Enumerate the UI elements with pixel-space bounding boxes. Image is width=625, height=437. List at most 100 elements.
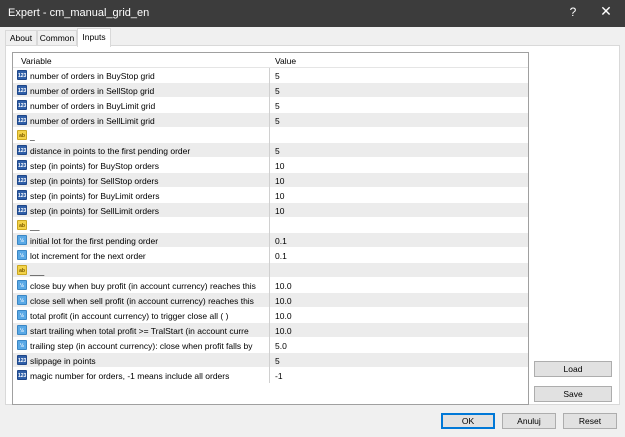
table-row[interactable]: 123 step (in points) for SellStop orders 1… [13,173,528,188]
variable-name: lot increment for the next order [30,251,146,261]
integer-type-icon: 123 [17,355,27,365]
table-header: Variable Value [13,53,528,68]
column-divider [269,368,270,383]
variable-name: number of orders in SellStop grid [30,86,155,96]
table-row[interactable]: ½ close buy when buy profit (in account c… [13,278,528,293]
load-button[interactable]: Load [534,361,612,377]
table-row[interactable]: 123 number of orders in SellLimit grid 5 [13,113,528,128]
variable-name: slippage in points [30,356,96,366]
column-divider [269,278,270,293]
integer-type-icon: 123 [17,70,27,80]
variable-name: distance in points to the first pending … [30,146,191,156]
variable-value[interactable]: 5 [275,86,280,96]
variable-name: number of orders in BuyStop grid [30,71,155,81]
help-icon[interactable]: ? [566,5,580,19]
double-type-icon: ½ [17,295,27,305]
table-row[interactable]: ab ___ [13,263,528,278]
column-divider [269,263,270,278]
table-row[interactable]: ab __ [13,218,528,233]
variable-value[interactable]: 5.0 [275,341,287,351]
double-type-icon: ½ [17,310,27,320]
string-type-icon: ab [17,265,27,275]
variable-value[interactable]: 10.0 [275,311,292,321]
save-button[interactable]: Save [534,386,612,402]
table-row[interactable]: ½ close sell when sell profit (in account… [13,293,528,308]
column-divider [269,248,270,263]
table-row[interactable]: 123 step (in points) for SellLimit orders… [13,203,528,218]
integer-type-icon: 123 [17,100,27,110]
column-divider [269,188,270,203]
table-row[interactable]: ½ start trailing when total profit >= Tra… [13,323,528,338]
integer-type-icon: 123 [17,115,27,125]
variable-value[interactable]: -1 [275,371,283,381]
table-row[interactable]: ½ total profit (in account currency) to t… [13,308,528,323]
table-row[interactable]: 123 distance in points to the first pendi… [13,143,528,158]
column-divider [269,293,270,308]
column-divider [269,83,270,98]
tab-about[interactable]: About [5,30,37,46]
variable-name: _ [30,131,35,141]
tab-common[interactable]: Common [37,30,77,46]
variable-name: start trailing when total profit >= Tral… [30,326,249,336]
variable-value[interactable]: 10 [275,206,284,216]
table-row[interactable]: 123 number of orders in SellStop grid 5 [13,83,528,98]
variable-value[interactable]: 0.1 [275,236,287,246]
variable-value[interactable]: 10 [275,176,284,186]
table-row[interactable]: ½ initial lot for the first pending order… [13,233,528,248]
variable-value[interactable]: 5 [275,116,280,126]
variable-value[interactable]: 10 [275,161,284,171]
column-divider [269,308,270,323]
table-row[interactable]: 123 slippage in points 5 [13,353,528,368]
title-bar: Expert - cm_manual_grid_en ? ✕ [0,0,625,27]
variable-name: trailing step (in account currency): clo… [30,341,253,351]
column-divider [269,128,270,143]
variable-value[interactable]: 10.0 [275,296,292,306]
column-header-value[interactable]: Value [275,56,296,66]
column-divider [269,98,270,113]
ok-button[interactable]: OK [441,413,495,429]
variable-value[interactable]: 10.0 [275,326,292,336]
column-divider [269,203,270,218]
close-icon[interactable]: ✕ [598,3,614,20]
integer-type-icon: 123 [17,175,27,185]
integer-type-icon: 123 [17,160,27,170]
integer-type-icon: 123 [17,190,27,200]
integer-type-icon: 123 [17,205,27,215]
cancel-button[interactable]: Anuluj [502,413,556,429]
integer-type-icon: 123 [17,145,27,155]
table-row[interactable]: ½ lot increment for the next order 0.1 [13,248,528,263]
variable-value[interactable]: 5 [275,356,280,366]
variable-name: initial lot for the first pending order [30,236,159,246]
variable-name: step (in points) for BuyStop orders [30,161,159,171]
variable-value[interactable]: 0.1 [275,251,287,261]
variable-value[interactable]: 5 [275,101,280,111]
table-row[interactable]: 123 magic number for orders, -1 means inc… [13,368,528,383]
variable-value[interactable]: 10.0 [275,281,292,291]
variable-name: step (in points) for BuyLimit orders [30,191,160,201]
column-divider [269,113,270,128]
reset-button[interactable]: Reset [563,413,617,429]
tab-inputs[interactable]: Inputs [77,28,111,47]
table-row[interactable]: 123 number of orders in BuyStop grid 5 [13,68,528,83]
window-title: Expert - cm_manual_grid_en [8,7,150,19]
variable-value[interactable]: 5 [275,71,280,81]
variable-value[interactable]: 10 [275,191,284,201]
column-divider [269,173,270,188]
double-type-icon: ½ [17,250,27,260]
double-type-icon: ½ [17,340,27,350]
table-row[interactable]: 123 step (in points) for BuyLimit orders 1… [13,188,528,203]
table-row[interactable]: 123 number of orders in BuyLimit grid 5 [13,98,528,113]
inputs-table: Variable Value 123 number of orders in Bu… [12,52,529,405]
double-type-icon: ½ [17,235,27,245]
column-divider [269,338,270,353]
variable-name: number of orders in SellLimit grid [30,116,155,126]
variable-name: total profit (in account currency) to tr… [30,311,229,321]
variable-value[interactable]: 5 [275,146,280,156]
table-row[interactable]: ab _ [13,128,528,143]
column-header-variable[interactable]: Variable [21,56,52,66]
column-divider [269,218,270,233]
table-row[interactable]: 123 step (in points) for BuyStop orders 10 [13,158,528,173]
variable-name: magic number for orders, -1 means includ… [30,371,230,381]
table-row[interactable]: ½ trailing step (in account currency): cl… [13,338,528,353]
variable-name: close sell when sell profit (in account … [30,296,254,306]
